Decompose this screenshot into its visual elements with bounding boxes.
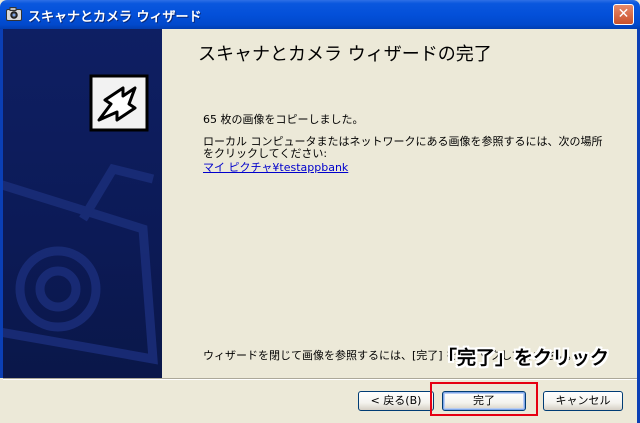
side-panel — [0, 29, 162, 378]
close-icon: ✕ — [617, 6, 630, 22]
window-title: スキャナとカメラ ウィザード — [28, 10, 202, 25]
back-button[interactable]: < 戻る(B) — [358, 391, 434, 411]
separator — [3, 378, 637, 380]
cancel-button[interactable]: キャンセル — [543, 391, 623, 411]
wizard-arrow-icon — [89, 74, 149, 132]
content-area: スキャナとカメラ ウィザードの完了 65 枚の画像をコピーしました。 ローカル … — [162, 29, 637, 378]
close-button[interactable]: ✕ — [613, 4, 634, 25]
page-title: スキャナとカメラ ウィザードの完了 — [198, 44, 492, 65]
folder-link[interactable]: マイ ピクチャ¥testappbank — [203, 159, 348, 175]
title-bar[interactable]: スキャナとカメラ ウィザード ✕ — [0, 0, 640, 29]
finish-highlight-box — [430, 382, 538, 416]
wizard-window: スキャナとカメラ ウィザード ✕ スキャナとカメラ ウィザードの完了 65 枚の… — [0, 0, 640, 423]
camera-icon — [6, 7, 22, 21]
location-message: ローカル コンピュータまたはネットワークにある画像を参照するには、次の場所をクリ… — [203, 135, 603, 160]
copied-message: 65 枚の画像をコピーしました。 — [203, 113, 364, 126]
callout-label: 「完了」をクリック — [438, 347, 610, 369]
